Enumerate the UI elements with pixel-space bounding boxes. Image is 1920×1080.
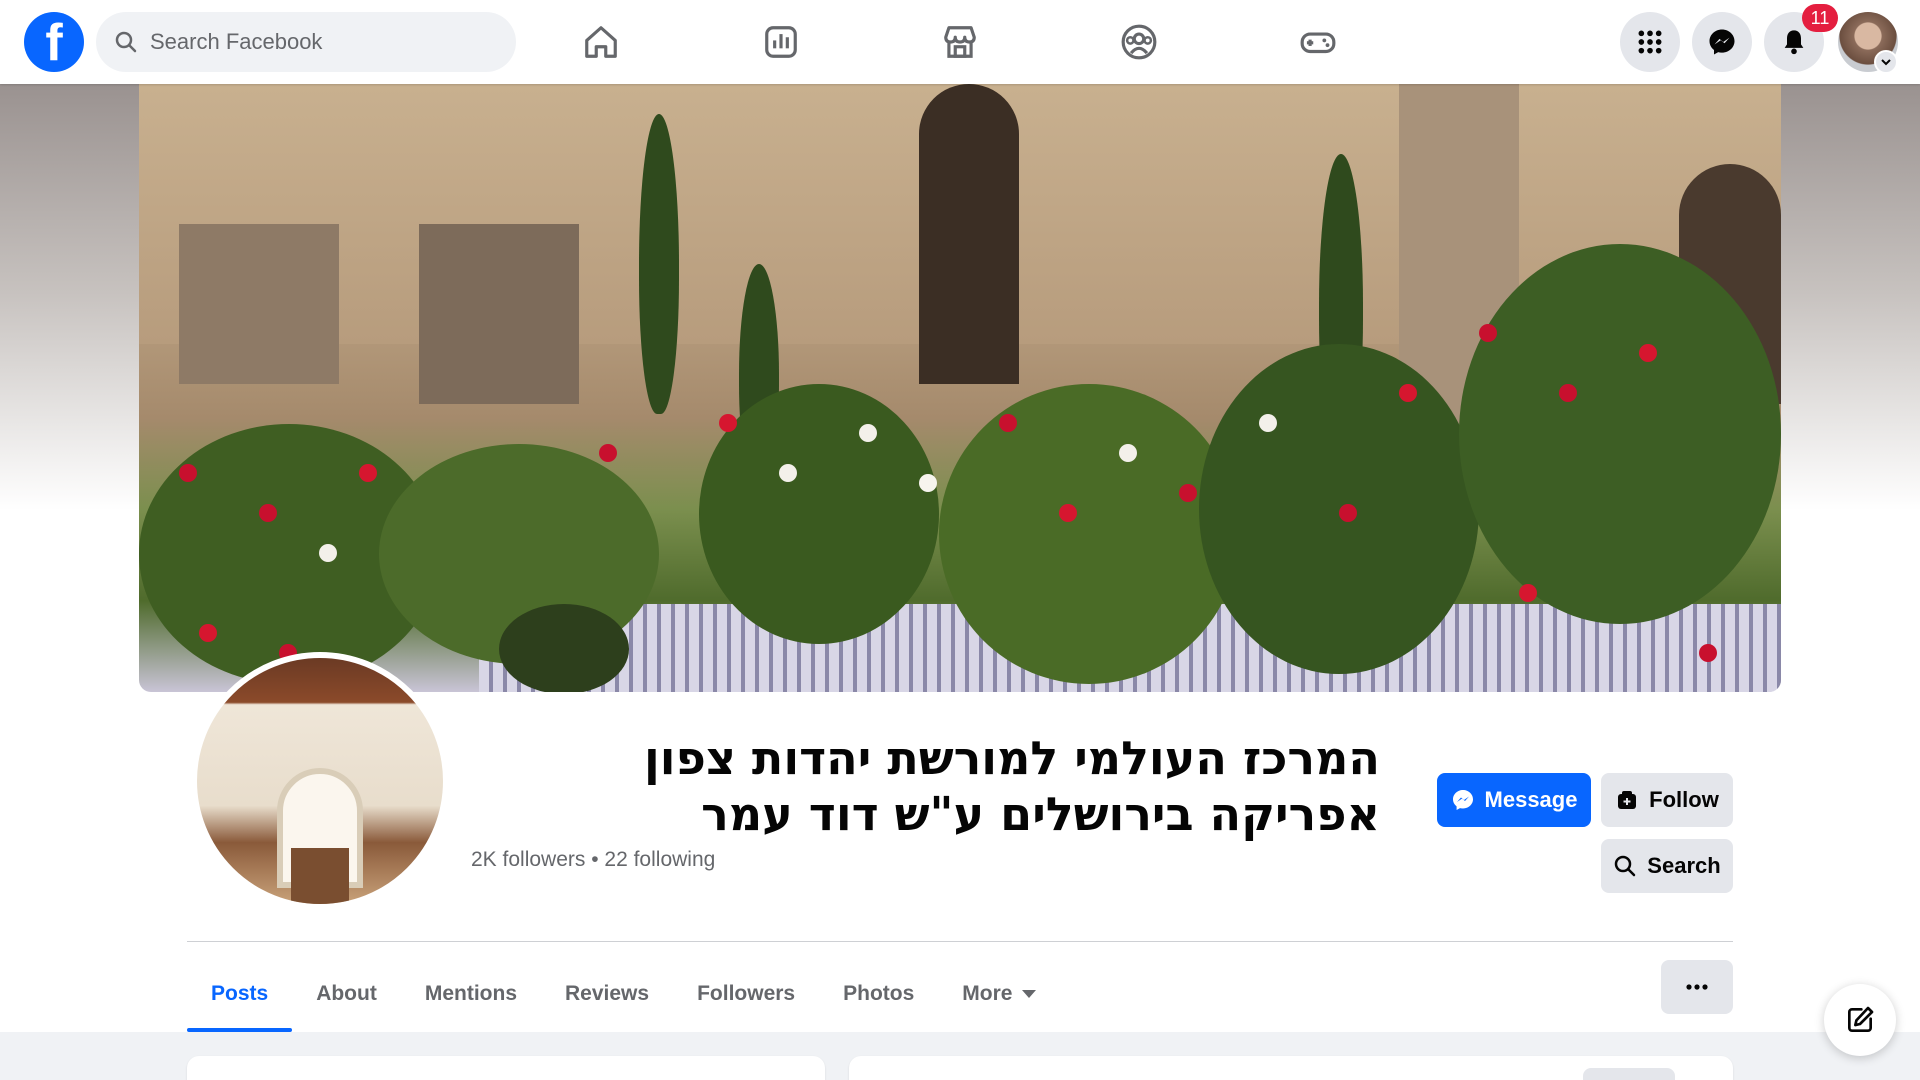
- message-button[interactable]: Message: [1437, 773, 1591, 827]
- menu-grid-button[interactable]: [1620, 12, 1680, 72]
- search-icon: [115, 31, 137, 53]
- notification-badge: 11: [1802, 4, 1838, 32]
- compose-icon: [1848, 1006, 1874, 1032]
- tab-mentions[interactable]: Mentions: [401, 955, 541, 1032]
- messenger-icon: [1709, 29, 1735, 55]
- bell-icon: [1784, 30, 1804, 55]
- tab-about[interactable]: About: [292, 955, 401, 1032]
- search-bar[interactable]: [96, 12, 516, 72]
- top-navigation-bar: f 11: [0, 0, 1920, 84]
- page-title: המרכז העולמי למורשת יהדות צפון אפריקה בי…: [644, 731, 1380, 841]
- page-search-button[interactable]: Search: [1601, 839, 1733, 893]
- chevron-down-icon[interactable]: [1874, 50, 1898, 74]
- message-button-label: Message: [1484, 787, 1578, 812]
- caret-down-icon: [1022, 989, 1037, 998]
- search-button-label: Search: [1647, 853, 1721, 878]
- messenger-icon: [1452, 790, 1473, 810]
- gaming-icon[interactable]: [1292, 16, 1344, 68]
- tab-followers[interactable]: Followers: [673, 955, 819, 1032]
- tab-reviews[interactable]: Reviews: [541, 955, 673, 1032]
- tab-about-label: About: [316, 981, 377, 1005]
- profile-tabs: Posts About Mentions Reviews Followers P…: [187, 955, 1060, 1032]
- follow-icon: [1618, 791, 1637, 809]
- tab-photos-label: Photos: [843, 981, 915, 1005]
- tab-photos[interactable]: Photos: [819, 955, 938, 1032]
- header-divider: [187, 941, 1733, 942]
- groups-icon[interactable]: [1113, 16, 1165, 68]
- compose-message-button[interactable]: [1824, 984, 1896, 1056]
- follow-button[interactable]: Follow: [1601, 773, 1733, 827]
- messenger-button[interactable]: [1692, 12, 1752, 72]
- tab-posts-label: Posts: [211, 981, 269, 1005]
- intro-card: [187, 1056, 825, 1080]
- facebook-logo-letter: f: [45, 14, 63, 72]
- cover-photo[interactable]: [139, 84, 1781, 692]
- tab-more[interactable]: More: [938, 955, 1060, 1032]
- menu-grid-icon: [1638, 30, 1662, 54]
- dashboard-icon[interactable]: [755, 16, 807, 68]
- profile-picture[interactable]: [191, 652, 449, 910]
- marketplace-icon[interactable]: [934, 16, 986, 68]
- posts-card: [849, 1056, 1733, 1080]
- tab-followers-label: Followers: [697, 981, 796, 1005]
- tab-reviews-label: Reviews: [565, 981, 650, 1005]
- ellipsis-icon: [1686, 984, 1708, 990]
- facebook-logo[interactable]: f: [24, 12, 84, 72]
- home-icon[interactable]: [575, 16, 627, 68]
- follow-button-label: Follow: [1649, 787, 1719, 812]
- tab-more-label: More: [962, 981, 1013, 1005]
- tab-mentions-label: Mentions: [424, 981, 518, 1005]
- search-icon: [1615, 855, 1636, 877]
- more-options-button[interactable]: [1661, 960, 1733, 1014]
- search-input[interactable]: [150, 29, 490, 55]
- follower-stats[interactable]: 2K followers • 22 following: [471, 848, 715, 872]
- tab-posts[interactable]: Posts: [187, 955, 293, 1032]
